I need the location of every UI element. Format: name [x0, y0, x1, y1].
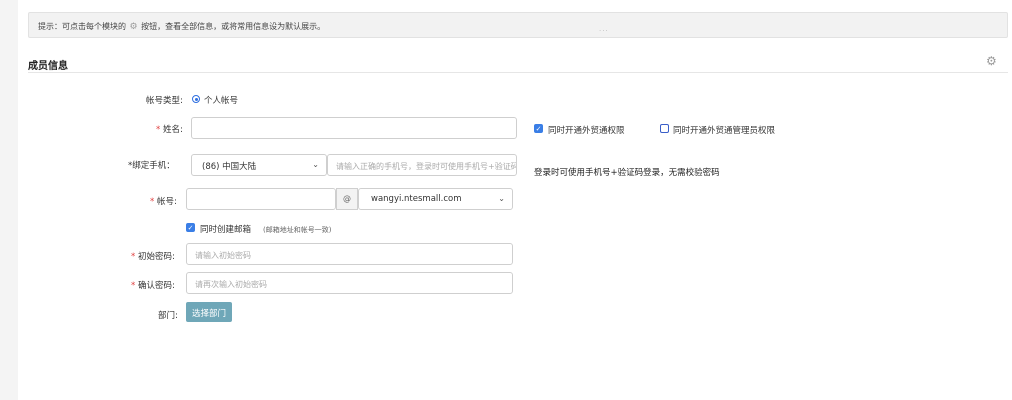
tip-text: 提示：可点击每个模块的 ⚙ 按钮，查看全部信息，或将常用信息设为默认展示。 [38, 21, 325, 32]
chevron-down-icon: ⌄ [498, 194, 505, 203]
init-password-label: * 初始密码: [131, 252, 175, 262]
account-input[interactable] [186, 188, 336, 210]
confirm-password-input[interactable]: 请再次输入初始密码 [186, 272, 513, 294]
country-code-value: (86) 中国大陆 [202, 162, 257, 172]
personal-account-label: 个人帐号 [204, 96, 239, 106]
department-label: 部门: [158, 311, 178, 321]
tip-prefix: 提示：可点击每个模块的 [38, 22, 126, 31]
select-department-button[interactable]: 选择部门 [186, 302, 233, 322]
chevron-down-icon: ⌄ [312, 160, 319, 169]
domain-select[interactable]: wangyi.ntesmall.com ⌄ [358, 188, 513, 210]
phone-hint: 登录时可使用手机号+验证码登录，无需校验密码 [534, 168, 720, 178]
create-mailbox-label: 同时创建邮箱 [200, 225, 252, 235]
section-divider [28, 72, 1008, 73]
foreign-trade-admin-checkbox[interactable] [660, 124, 669, 133]
gear-icon: ⚙ [129, 22, 138, 32]
foreign-trade-checkbox[interactable]: ✓ [534, 124, 543, 133]
section-title: 成员信息 [28, 61, 68, 72]
domain-value: wangyi.ntesmall.com [371, 194, 462, 204]
personal-account-radio[interactable] [192, 95, 200, 103]
foreign-trade-label: 同时开通外贸通权限 [548, 126, 625, 136]
init-password-input[interactable]: 请输入初始密码 [186, 243, 513, 265]
tip-suffix: 按钮，查看全部信息，或将常用信息设为默认展示。 [141, 22, 326, 31]
account-label: * 帐号: [150, 197, 177, 207]
create-mailbox-checkbox[interactable]: ✓ [186, 223, 195, 232]
at-sign: @ [336, 188, 358, 210]
phone-label: *绑定手机： [128, 161, 175, 171]
confirm-password-label: * 确认密码: [131, 281, 175, 291]
country-code-select[interactable]: (86) 中国大陆 ⌄ [191, 154, 327, 176]
account-type-label: 帐号类型: [146, 96, 183, 106]
create-mailbox-note: (邮箱地址和帐号一致) [263, 226, 332, 234]
settings-gear-icon[interactable]: ⚙ [986, 54, 997, 68]
foreign-trade-admin-label: 同时开通外贸通管理员权限 [673, 126, 776, 136]
tip-collapse-dots[interactable]: ... [599, 25, 609, 33]
name-input[interactable] [191, 117, 517, 139]
tip-bar: 提示：可点击每个模块的 ⚙ 按钮，查看全部信息，或将常用信息设为默认展示。 ..… [28, 12, 1008, 38]
name-label: * 姓名: [156, 125, 183, 135]
phone-input[interactable]: 请输入正确的手机号，登录时可使用手机号+验证码 [327, 154, 517, 176]
